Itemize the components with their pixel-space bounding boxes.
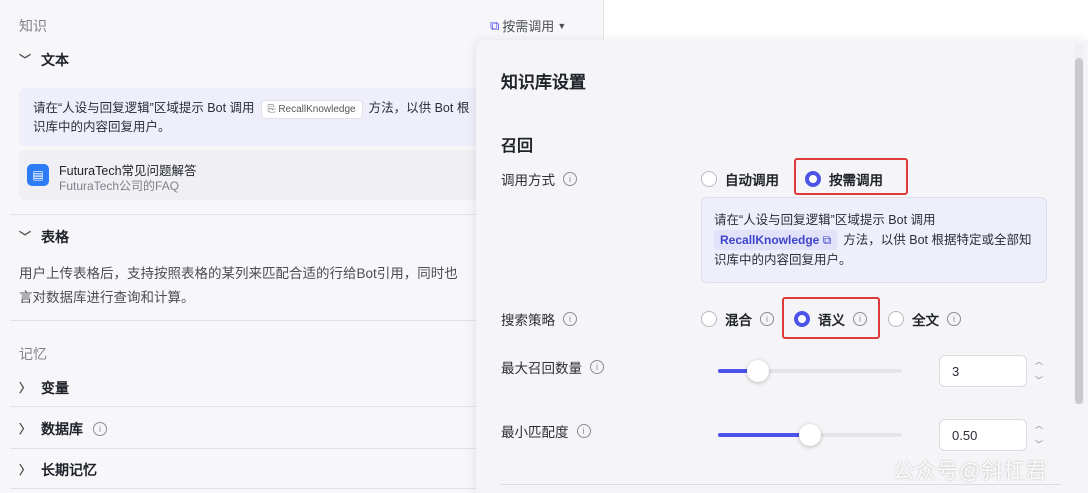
hint-text: 请在“人设与回复逻辑”区域提示 Bot 调用 <box>33 101 255 115</box>
slider-handle[interactable] <box>747 360 769 382</box>
recall-method-chip[interactable]: RecallKnowledge ⧉ <box>714 230 838 250</box>
recall-section-title: 召回 <box>501 138 534 155</box>
long-memory-section-header[interactable]: 〉 长期记忆 <box>19 460 97 480</box>
radio-auto-call-label: 自动调用 <box>725 173 779 188</box>
recall-method-chip-label: RecallKnowledge <box>278 104 356 115</box>
chevron-down-icon[interactable]: ﹀ <box>1035 439 1043 450</box>
highlight-box <box>794 158 908 195</box>
info-icon[interactable]: i <box>563 312 577 326</box>
search-strategy-label-text: 搜索策略 <box>501 313 555 328</box>
min-match-label-text: 最小匹配度 <box>501 425 569 440</box>
knowledge-settings-popover: 知识库设置 召回 调用方式 i 自动调用 按需调用 请在“人设与回复逻辑”区域提… <box>476 40 1088 493</box>
copy-icon: ⧉ <box>822 233 832 247</box>
table-section-title: 表格 <box>41 229 69 245</box>
highlight-box <box>782 297 880 339</box>
kb-description: FuturaTech公司的FAQ <box>59 179 180 193</box>
chevron-right-icon: 〉 <box>19 463 32 477</box>
chevron-up-icon[interactable]: ︿ <box>1035 420 1043 431</box>
radio-fulltext-label: 全文 <box>912 313 939 328</box>
call-mode-label: 调用方式 i <box>501 169 577 189</box>
info-icon[interactable]: i <box>947 312 961 326</box>
recall-method-chip-label: RecallKnowledge <box>720 233 820 247</box>
chevron-down-icon: ﹀ <box>19 230 32 244</box>
call-mode-label-text: 调用方式 <box>501 173 555 188</box>
chevron-right-icon: 〉 <box>19 422 32 436</box>
min-match-slider[interactable] <box>718 424 902 446</box>
radio-hybrid-label: 混合 <box>725 313 752 328</box>
info-icon[interactable]: i <box>93 422 107 436</box>
chevron-up-icon[interactable]: ︿ <box>1035 356 1043 367</box>
hint-text-tail: 方法，以供 Bot 根 <box>368 101 470 115</box>
hint-text-line2: 识库中的内容回复用户。 <box>33 120 171 134</box>
table-desc-line2: 言对数据库进行查询和计算。 <box>19 290 195 305</box>
text-section-title: 文本 <box>41 52 69 68</box>
modal-title: 知识库设置 <box>501 73 586 92</box>
chevron-down-icon: ﹀ <box>19 53 32 67</box>
database-section-header[interactable]: 〉 数据库 i <box>19 419 107 439</box>
trigger-mode-label: 按需调用 <box>502 19 555 34</box>
long-memory-title: 长期记忆 <box>41 462 97 478</box>
info-icon[interactable]: i <box>563 172 577 186</box>
variables-section-header[interactable]: 〉 变量 <box>19 378 69 398</box>
text-section-header[interactable]: ﹀ 文本 <box>19 50 69 70</box>
info-icon[interactable]: i <box>760 312 774 326</box>
info-icon[interactable]: i <box>576 424 591 438</box>
radio-auto-call[interactable]: 自动调用 <box>701 169 779 189</box>
memory-section-label: 记忆 <box>19 346 47 362</box>
puzzle-icon: ⧉ <box>490 17 500 33</box>
min-match-stepper[interactable]: ︿ ﹀ <box>1033 420 1045 450</box>
radio-dot <box>701 311 717 327</box>
max-recall-slider[interactable] <box>718 360 902 382</box>
info-icon[interactable]: i <box>590 360 604 374</box>
table-section-header[interactable]: ﹀ 表格 <box>19 227 69 247</box>
min-match-label: 最小匹配度 i <box>501 421 591 441</box>
radio-dot <box>701 171 717 187</box>
max-recall-label-text: 最大召回数量 <box>501 361 582 376</box>
trigger-mode-dropdown[interactable]: ⧉ 按需调用 ▼ <box>490 16 566 35</box>
min-match-input[interactable]: 0.50 <box>939 419 1027 451</box>
radio-fulltext[interactable]: 全文 i <box>888 309 961 329</box>
caret-down-icon: ▼ <box>557 20 567 31</box>
radio-dot <box>888 311 904 327</box>
database-title: 数据库 <box>41 421 83 437</box>
knowledge-section-label: 知识 <box>19 18 47 34</box>
table-desc-line1: 用户上传表格后，支持按照表格的某列来匹配合适的行给Bot引用，同时也 <box>19 266 458 281</box>
max-recall-input[interactable]: 3 <box>939 355 1027 387</box>
search-strategy-label: 搜索策略 i <box>501 309 577 329</box>
max-recall-label: 最大召回数量 i <box>501 357 604 377</box>
radio-hybrid[interactable]: 混合 i <box>701 309 774 329</box>
slider-fill <box>718 433 810 437</box>
variables-title: 变量 <box>41 380 69 396</box>
max-recall-stepper[interactable]: ︿ ﹀ <box>1033 356 1045 386</box>
recall-method-chip[interactable]: ⎘ RecallKnowledge <box>260 100 363 119</box>
slider-handle[interactable] <box>799 424 821 446</box>
method-hint-box: 请在“人设与回复逻辑”区域提示 Bot 调用 RecallKnowledge ⧉… <box>701 197 1047 283</box>
watermark: 公众号@斜杠君 <box>893 460 1048 483</box>
chevron-down-icon[interactable]: ﹀ <box>1035 375 1043 386</box>
method-hint-text: 请在“人设与回复逻辑”区域提示 Bot 调用 <box>714 213 936 227</box>
chevron-right-icon: 〉 <box>19 381 32 395</box>
scrollbar-thumb[interactable] <box>1075 58 1083 404</box>
document-icon: ▤ <box>27 164 49 186</box>
